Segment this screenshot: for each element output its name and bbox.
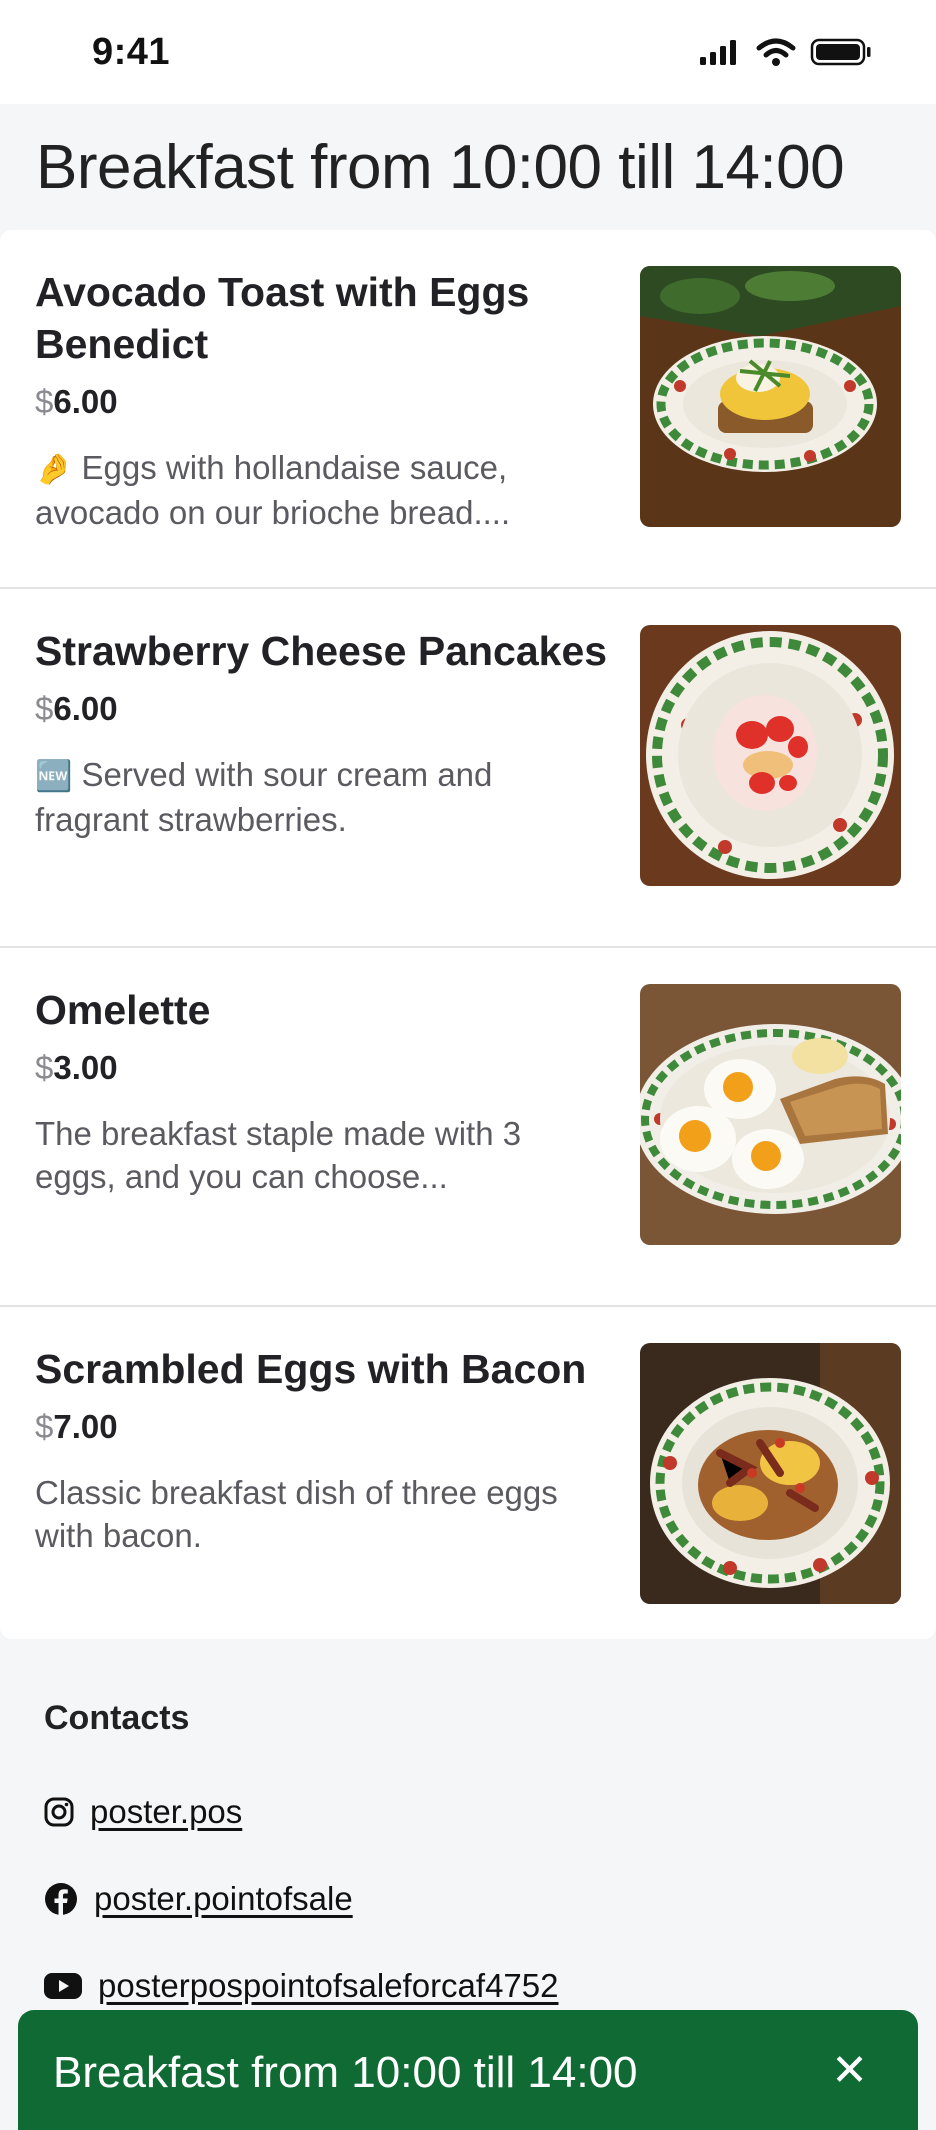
wifi-icon (756, 38, 796, 66)
menu-item-price: $7.00 (35, 1407, 610, 1447)
status-bar: 9:41 (0, 0, 936, 104)
pinched-fingers-emoji: 🤌 (35, 452, 73, 487)
omelette-photo[interactable] (640, 984, 901, 1245)
avocado-toast-photo[interactable] (640, 266, 901, 527)
description-text: Eggs with hollandaise sauce, avocado on … (35, 449, 511, 531)
menu-item[interactable]: Scrambled Eggs with Bacon $7.00 Classic … (0, 1307, 936, 1639)
new-badge-emoji: 🆕 (35, 759, 73, 794)
description-text: Served with sour cream and fragrant stra… (35, 756, 493, 838)
price-value: 6.00 (53, 690, 118, 727)
menu-item-price: $6.00 (35, 689, 610, 729)
youtube-link[interactable]: posterpospointofsaleforcaf4752 (98, 1967, 559, 2005)
menu-item-text: Strawberry Cheese Pancakes $6.00 🆕 Serve… (35, 625, 610, 946)
close-icon[interactable]: ✕ (831, 2048, 868, 2094)
price-value: 7.00 (53, 1408, 118, 1445)
banner-text: Breakfast from 10:00 till 14:00 (53, 2048, 638, 2097)
menu-item-name: Strawberry Cheese Pancakes (35, 628, 608, 674)
menu-item[interactable]: Avocado Toast with Eggs Benedict $6.00 🤌… (0, 230, 936, 589)
contact-youtube: posterpospointofsaleforcaf4752 (44, 1962, 892, 2010)
battery-icon (810, 38, 871, 66)
page-header: Breakfast from 10:00 till 14:00 (0, 104, 936, 230)
page-title: Breakfast from 10:00 till 14:00 (36, 132, 845, 202)
menu-item-text: Avocado Toast with Eggs Benedict $6.00 🤌… (35, 266, 610, 587)
contacts-section: Contacts poster.pos poster.pointofsale p… (0, 1639, 936, 2010)
currency-symbol: $ (35, 383, 54, 420)
menu-item-text: Omelette $3.00 The breakfast staple made… (35, 984, 610, 1305)
menu-item-price: $6.00 (35, 382, 610, 422)
facebook-link[interactable]: poster.pointofsale (94, 1880, 353, 1918)
menu-list: Avocado Toast with Eggs Benedict $6.00 🤌… (0, 230, 936, 1639)
instagram-link[interactable]: poster.pos (90, 1793, 242, 1831)
menu-item-name: Omelette (35, 987, 211, 1033)
menu-item-description: Classic breakfast dish of three eggs wit… (35, 1474, 558, 1554)
currency-symbol: $ (35, 1049, 54, 1086)
currency-symbol: $ (35, 690, 54, 727)
menu-item-text: Scrambled Eggs with Bacon $7.00 Classic … (35, 1343, 610, 1639)
menu-item-price: $3.00 (35, 1048, 610, 1088)
facebook-icon (45, 1883, 77, 1916)
price-value: 3.00 (53, 1049, 118, 1086)
status-time: 9:41 (92, 30, 171, 73)
signal-icon (700, 40, 736, 65)
contact-facebook: poster.pointofsale (44, 1875, 892, 1923)
menu-item[interactable]: Omelette $3.00 The breakfast staple made… (0, 948, 936, 1307)
scrambled-eggs-photo[interactable] (640, 1343, 901, 1604)
menu-item-description: The breakfast staple made with 3 eggs, a… (35, 1115, 522, 1195)
contact-instagram: poster.pos (44, 1788, 892, 1836)
menu-item-name: Scrambled Eggs with Bacon (35, 1346, 587, 1392)
schedule-banner[interactable]: Breakfast from 10:00 till 14:00 ✕ (18, 2010, 918, 2130)
strawberry-pancakes-photo[interactable] (640, 625, 901, 886)
menu-item-name: Avocado Toast with Eggs Benedict (35, 269, 530, 367)
instagram-icon (44, 1797, 74, 1827)
menu-item-description: 🆕 Served with sour cream and fragrant st… (35, 753, 610, 841)
status-icons (698, 37, 872, 67)
contacts-title: Contacts (44, 1699, 190, 1737)
currency-symbol: $ (35, 1408, 54, 1445)
youtube-icon (44, 1973, 82, 1999)
price-value: 6.00 (53, 383, 118, 420)
menu-item[interactable]: Strawberry Cheese Pancakes $6.00 🆕 Serve… (0, 589, 936, 948)
menu-item-description: 🤌 Eggs with hollandaise sauce, avocado o… (35, 446, 610, 534)
